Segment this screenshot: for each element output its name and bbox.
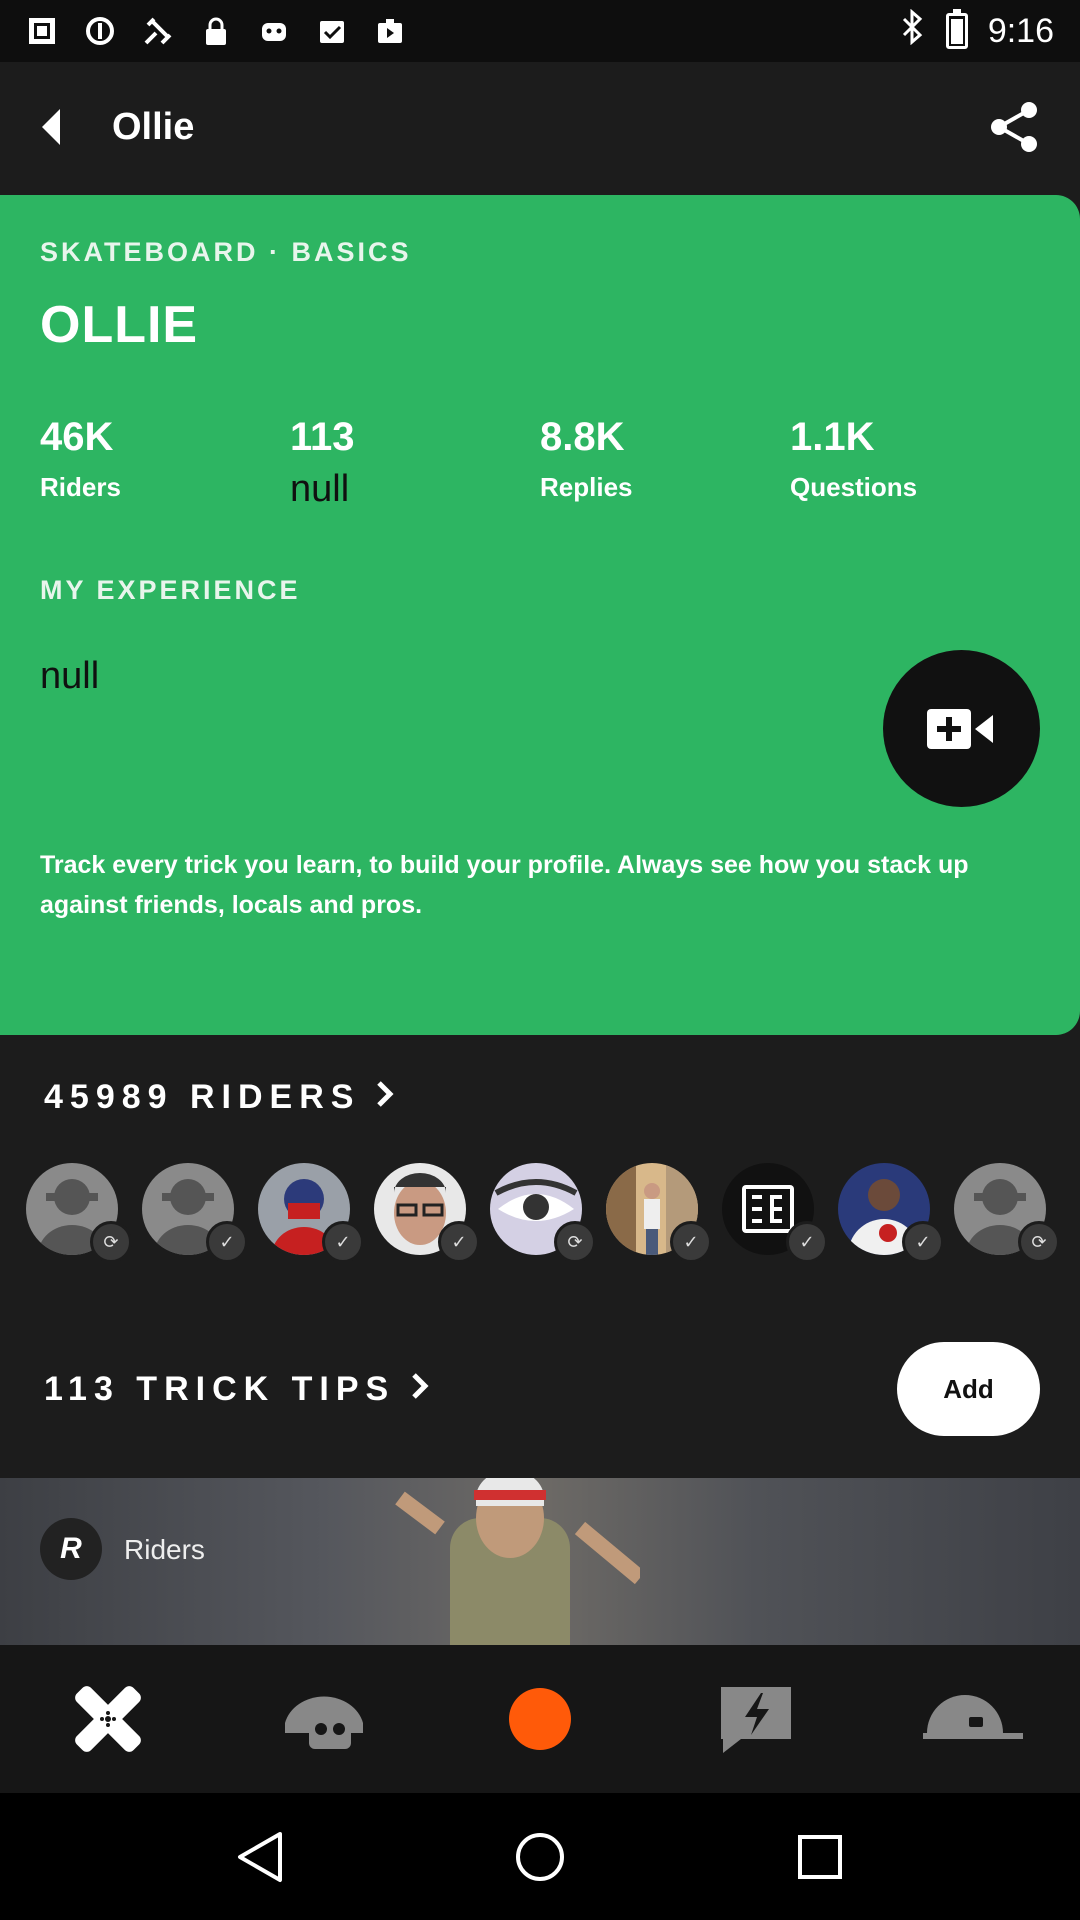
experience-description: Track every trick you learn, to build yo… xyxy=(40,851,969,919)
stat-value: 113 xyxy=(290,415,355,459)
nav-activity[interactable] xyxy=(701,1669,811,1769)
rider-avatar[interactable]: ⟳ xyxy=(490,1163,596,1263)
experience-label: MY EXPERIENCE xyxy=(40,575,301,605)
nav-profile[interactable] xyxy=(917,1669,1027,1769)
stat-label: Riders xyxy=(40,472,121,502)
stats-row: 46K Riders 113 null 8.8K Replies 1.1K Qu… xyxy=(40,415,1040,511)
rider-avatar[interactable]: ✓ xyxy=(374,1163,480,1263)
stat-questions[interactable]: 1.1K Questions xyxy=(790,415,1040,511)
robot-icon xyxy=(258,15,290,47)
share-icon xyxy=(991,102,1037,152)
add-tip-button[interactable]: Add xyxy=(897,1342,1040,1436)
sync-icon: ⟳ xyxy=(554,1221,596,1263)
notification-icons xyxy=(26,15,406,47)
stat-riders[interactable]: 46K Riders xyxy=(40,415,290,511)
preview-source-label: Riders xyxy=(124,1534,205,1565)
check-icon: ✓ xyxy=(206,1221,248,1263)
status-right: 9:16 xyxy=(900,8,1054,54)
chevron-right-icon xyxy=(411,1371,429,1408)
stat-value: 1.1K xyxy=(790,415,875,459)
sync-icon xyxy=(84,15,116,47)
chevron-right-icon xyxy=(376,1079,395,1116)
rider-avatar[interactable]: ⟳ xyxy=(954,1163,1060,1263)
nav-helmet[interactable] xyxy=(269,1669,379,1769)
rider-avatar[interactable]: ✓ xyxy=(142,1163,248,1263)
add-video-icon xyxy=(926,708,993,749)
rider-avatar[interactable]: ✓ xyxy=(838,1163,944,1263)
sync-icon: ⟳ xyxy=(1018,1221,1060,1263)
share-button[interactable] xyxy=(984,97,1044,157)
trick-tips-header-link[interactable]: 113 TRICK TIPS xyxy=(44,1370,429,1409)
riders-header-link[interactable]: 45989 RIDERS xyxy=(44,1078,395,1117)
stat-label: Questions xyxy=(790,472,918,502)
check-icon: ✓ xyxy=(322,1221,364,1263)
trick-card: SKATEBOARD · BASICS OLLIE 46K Riders 113… xyxy=(0,195,1080,1035)
trick-category: SKATEBOARD · BASICS xyxy=(40,237,412,267)
nav-tricks[interactable] xyxy=(53,1669,163,1769)
rider-avatar[interactable]: ✓ xyxy=(606,1163,712,1263)
bottom-navigation xyxy=(0,1645,1080,1793)
trick-title: OLLIE xyxy=(40,296,199,354)
stat-label: null xyxy=(290,468,350,510)
clock: 9:16 xyxy=(987,11,1054,50)
inbox-icon xyxy=(316,15,348,47)
check-icon: ✓ xyxy=(670,1221,712,1263)
record-icon xyxy=(509,1688,571,1750)
nav-record[interactable] xyxy=(485,1669,595,1769)
image-icon xyxy=(26,15,58,47)
app-bar: Ollie xyxy=(0,62,1080,192)
rider-avatar[interactable]: ✓ xyxy=(722,1163,828,1263)
status-bar: 9:16 xyxy=(0,0,1080,62)
system-recents-button[interactable] xyxy=(785,1822,855,1892)
skater-thumbnail xyxy=(395,1478,640,1645)
back-arrow-icon xyxy=(42,109,60,145)
stat-label: Replies xyxy=(540,472,633,502)
stat-value: 46K xyxy=(40,415,114,459)
system-back-button[interactable] xyxy=(225,1822,295,1892)
rider-avatars: ⟳ ✓ ✓ ✓ ⟳ ✓ ✓ ✓ ⟳ xyxy=(26,1163,1060,1263)
system-home-button[interactable] xyxy=(505,1822,575,1892)
play-store-icon xyxy=(374,15,406,47)
riders-logo-icon: R xyxy=(40,1518,102,1580)
trick-tips-count: 113 TRICK TIPS xyxy=(44,1370,396,1408)
back-icon xyxy=(238,1831,282,1882)
cap-icon xyxy=(923,1695,1023,1739)
lightning-chat-icon xyxy=(721,1687,791,1753)
home-icon xyxy=(516,1832,564,1881)
check-icon: ✓ xyxy=(786,1221,828,1263)
page-title: Ollie xyxy=(112,105,195,148)
rider-avatar[interactable]: ⟳ xyxy=(26,1163,132,1263)
system-navigation xyxy=(0,1793,1080,1920)
trick-tip-preview[interactable]: R Riders xyxy=(0,1478,1080,1645)
stat-tips[interactable]: 113 null xyxy=(290,415,540,511)
stat-replies[interactable]: 8.8K Replies xyxy=(540,415,790,511)
bluetooth-icon xyxy=(900,8,926,54)
tricks-icon xyxy=(75,1686,141,1752)
rider-avatar[interactable]: ✓ xyxy=(258,1163,364,1263)
back-button[interactable] xyxy=(36,107,66,147)
stat-value: 8.8K xyxy=(540,415,625,459)
sync-icon: ⟳ xyxy=(90,1221,132,1263)
add-video-button[interactable] xyxy=(883,650,1040,807)
battery-icon xyxy=(945,9,968,49)
check-icon: ✓ xyxy=(438,1221,480,1263)
experience-value: null xyxy=(40,655,100,697)
riders-count: 45989 RIDERS xyxy=(44,1078,361,1116)
recents-icon xyxy=(798,1834,842,1879)
lock-icon xyxy=(200,15,232,47)
satellite-icon xyxy=(142,15,174,47)
check-icon: ✓ xyxy=(902,1221,944,1263)
skull-helmet-icon xyxy=(285,1696,363,1749)
